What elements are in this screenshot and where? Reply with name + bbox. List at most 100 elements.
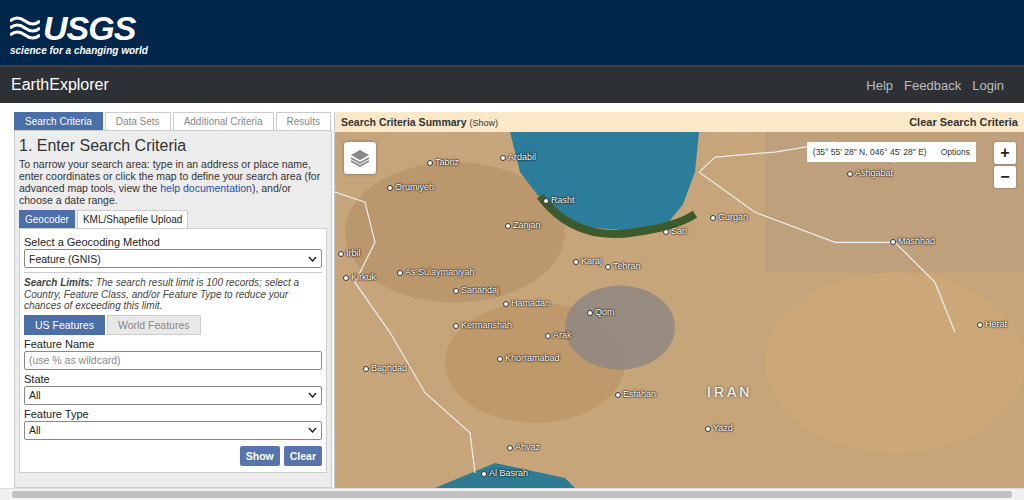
zoom-button[interactable]: − — [994, 166, 1016, 188]
place-label: Arak — [545, 330, 572, 341]
logo-tagline: science for a changing world — [10, 45, 148, 56]
place-dot — [397, 270, 403, 276]
summary-show[interactable]: (Show) — [469, 118, 498, 128]
coordinates-text: (35° 55' 28" N, 046° 45' 28" E) — [813, 147, 927, 157]
panel-tab[interactable]: Results — [276, 112, 331, 130]
place-label: Khorramabad — [497, 353, 560, 364]
place-dot — [505, 223, 511, 229]
zoom-button[interactable]: + — [994, 142, 1016, 164]
intro-text: To narrow your search area: type in an a… — [19, 158, 327, 206]
nav-bar: EarthExplorer Help Feedback Login — [0, 65, 1024, 103]
nav-link[interactable]: Help — [866, 78, 893, 93]
sub-tab[interactable]: Geocoder — [19, 210, 75, 228]
map-canvas[interactable]: Tabriz Ardabil Orumiyeh Ashgabat Rasht Zanjan… — [335, 132, 1024, 488]
search-panel: Search CriteriaData SetsAdditional Crite… — [14, 112, 332, 488]
place-label: Tehran — [605, 261, 641, 272]
panel-tab[interactable]: Search Criteria — [14, 112, 103, 130]
place-dot — [545, 333, 551, 339]
place-label: Al Basrah — [481, 468, 528, 479]
place-label: Gurgan — [710, 212, 748, 223]
panel-body: 1. Enter Search Criteria To narrow your … — [14, 130, 332, 488]
place-label: Ashgabat — [847, 168, 893, 179]
search-summary-bar: Search Criteria Summary (Show) Clear Sea… — [335, 112, 1024, 132]
map-section: Search Criteria Summary (Show) Clear Sea… — [334, 112, 1024, 488]
panel-heading: 1. Enter Search Criteria — [19, 137, 327, 155]
logo-text: USGS — [43, 10, 135, 46]
place-dot — [705, 426, 711, 432]
place-label: Ardabil — [500, 152, 536, 163]
feature-toggle-button[interactable]: US Features — [24, 315, 105, 335]
search-limits: Search Limits: The search result limit i… — [24, 277, 322, 312]
place-label: Herat — [977, 319, 1007, 330]
form-button[interactable]: Show — [240, 446, 280, 466]
place-label: Yazd — [705, 423, 733, 434]
place-dot — [615, 392, 621, 398]
field-label: State — [24, 373, 322, 385]
coordinates-box: (35° 55' 28" N, 046° 45' 28" E) Options — [807, 142, 976, 162]
app-title[interactable]: EarthExplorer — [11, 76, 109, 94]
layers-button[interactable] — [344, 142, 376, 174]
place-label: Sari — [663, 226, 687, 237]
feature-toggle: US FeaturesWorld Features — [24, 315, 322, 335]
place-dot — [387, 185, 393, 191]
place-label: Hamadan — [503, 298, 550, 309]
place-label: Rasht — [543, 195, 575, 206]
place-dot — [497, 356, 503, 362]
usgs-logo[interactable]: USGS science for a changing world — [10, 10, 148, 56]
field-select[interactable]: All — [24, 386, 322, 405]
feature-name-input[interactable]: (use % as wildcard) — [24, 351, 322, 370]
place-label: As Sulaymaniyah — [397, 267, 475, 278]
sub-tab[interactable]: KML/Shapefile Upload — [77, 210, 189, 228]
place-dot — [890, 239, 896, 245]
horizontal-scrollbar[interactable] — [0, 488, 1024, 500]
place-dot — [427, 160, 433, 166]
main-area: Search CriteriaData SetsAdditional Crite… — [0, 103, 1024, 488]
place-dot — [503, 301, 509, 307]
place-label: Orumiyeh — [387, 182, 434, 193]
place-label: Kirkuk — [343, 272, 376, 283]
place-dot — [343, 275, 349, 281]
form-buttons: ShowClear — [24, 446, 322, 466]
panel-tab[interactable]: Additional Criteria — [173, 112, 274, 130]
field-label: Feature Name — [24, 338, 322, 350]
place-label: Mashhad — [890, 236, 935, 247]
nav-links: Help Feedback Login — [866, 78, 1004, 93]
place-dot — [710, 215, 716, 221]
form-button[interactable]: Clear — [284, 446, 322, 466]
field-label: Feature Type — [24, 408, 322, 420]
place-dot — [663, 229, 669, 235]
scroll-thumb[interactable] — [12, 491, 1012, 498]
panel-tab[interactable]: Data Sets — [105, 112, 171, 130]
place-dot — [847, 171, 853, 177]
place-dot — [363, 366, 369, 372]
place-label: Esfahan — [615, 389, 656, 400]
field-select[interactable]: All — [24, 421, 322, 440]
satellite-map — [335, 132, 1024, 488]
place-dot — [605, 264, 611, 270]
place-dot — [573, 259, 579, 265]
place-label: Tabriz — [427, 157, 459, 168]
chevron-down-icon — [308, 392, 317, 398]
feature-toggle-button[interactable]: World Features — [107, 315, 201, 335]
summary-title: Search Criteria Summary — [341, 116, 466, 128]
place-dot — [543, 198, 549, 204]
place-dot — [481, 471, 487, 477]
place-label: Karaj — [573, 256, 602, 267]
method-select[interactable]: Feature (GNIS) — [24, 249, 322, 268]
nav-link[interactable]: Login — [972, 78, 1004, 93]
geocoder-form: Select a Geocoding Method Feature (GNIS)… — [19, 228, 327, 473]
help-link[interactable]: help documentation — [160, 182, 252, 194]
usgs-header: USGS science for a changing world — [0, 0, 1024, 65]
earthexplorer-page: USGS science for a changing world EarthE… — [0, 0, 1024, 500]
place-label: Zanjan — [505, 220, 541, 231]
options-link[interactable]: Options — [941, 147, 970, 157]
usgs-wave-icon — [10, 15, 40, 41]
sub-tabs: GeocoderKML/Shapefile Upload — [19, 210, 327, 228]
place-label: Baghdad — [363, 363, 407, 374]
clear-criteria[interactable]: Clear Search Criteria — [909, 116, 1018, 128]
place-label: Qom — [587, 307, 615, 318]
zoom-controls: +− — [994, 142, 1016, 188]
nav-link[interactable]: Feedback — [904, 78, 961, 93]
place-dot — [500, 155, 506, 161]
place-label: Sanandaj — [453, 285, 499, 296]
